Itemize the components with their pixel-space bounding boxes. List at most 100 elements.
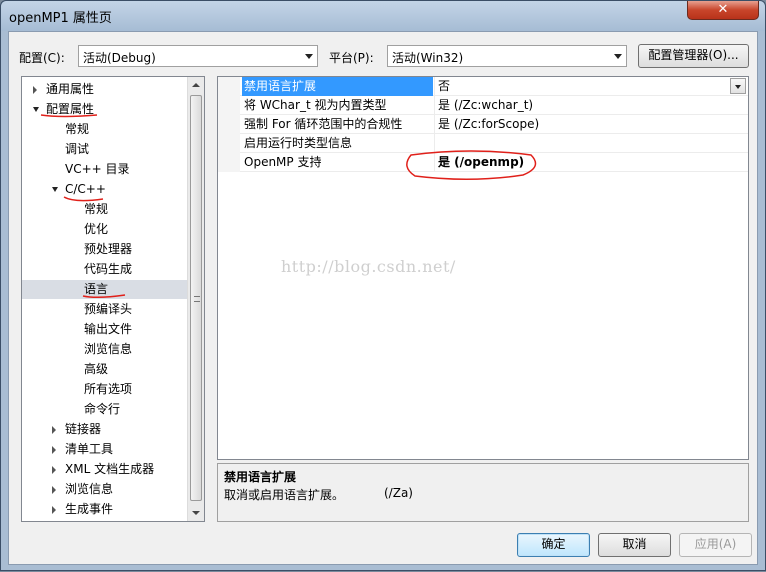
tree-item-label: 通用属性	[46, 82, 95, 96]
tree-item-label: C/C++	[65, 182, 106, 196]
apply-button[interactable]: 应用(A)	[679, 533, 752, 557]
cancel-button[interactable]: 取消	[598, 533, 671, 557]
tree-item-label: 常规	[84, 202, 109, 216]
expand-arrow-icon[interactable]	[33, 86, 37, 94]
platform-label: 平台(P):	[329, 51, 374, 65]
tree-scrollbar[interactable]	[187, 77, 204, 521]
tree-item-label: 优化	[84, 222, 109, 236]
property-name[interactable]: 禁用语言扩展	[242, 77, 433, 96]
ok-button[interactable]: 确定	[517, 533, 590, 557]
tree-item-label: 配置属性	[46, 102, 95, 116]
property-name[interactable]: 启用运行时类型信息	[242, 134, 433, 153]
config-select-value: 活动(Debug)	[83, 51, 156, 65]
tree-item-label: 预编译头	[84, 302, 133, 316]
tree-item[interactable]: 调试	[22, 140, 188, 159]
tree-item-label: 生成事件	[65, 502, 114, 516]
description-panel: 禁用语言扩展 取消或启用语言扩展。 (/Za)	[217, 463, 749, 522]
property-row[interactable]: 将 WChar_t 视为内置类型是 (/Zc:wchar_t)	[218, 96, 748, 115]
dialog-body: 配置(C): 活动(Debug) 平台(P): 活动(Win32) 配置管理器(…	[8, 31, 758, 565]
tree-item-label: 命令行	[84, 402, 121, 416]
property-value[interactable]: 否	[434, 77, 748, 96]
collapse-arrow-icon[interactable]	[52, 187, 58, 192]
scroll-up-icon[interactable]	[192, 83, 200, 87]
expand-arrow-icon[interactable]	[52, 426, 56, 434]
tree-item-label: 语言	[84, 282, 109, 296]
description-text: 取消或启用语言扩展。	[224, 488, 345, 502]
tree-item[interactable]: 命令行	[22, 400, 188, 419]
window-title: openMP1 属性页	[9, 11, 112, 26]
tree-item[interactable]: 常规	[22, 120, 188, 139]
close-icon[interactable]: ✕	[687, 1, 759, 20]
tree-item-label: 浏览信息	[84, 342, 133, 356]
value-dropdown-icon[interactable]	[730, 78, 746, 94]
expand-arrow-icon[interactable]	[52, 466, 56, 474]
scroll-thumb[interactable]	[190, 95, 202, 501]
tree-item[interactable]: 浏览信息	[22, 340, 188, 359]
description-title: 禁用语言扩展	[224, 470, 297, 484]
tree-item[interactable]: XML 文档生成器	[22, 460, 188, 479]
row-gutter	[218, 153, 240, 172]
property-name[interactable]: OpenMP 支持	[242, 153, 433, 172]
tree-item[interactable]: 所有选项	[22, 380, 188, 399]
title-bar[interactable]: openMP1 属性页 ✕	[1, 1, 765, 31]
tree-item[interactable]: 常规	[22, 200, 188, 219]
tree-item-label: 代码生成	[84, 262, 133, 276]
tree-item[interactable]: 代码生成	[22, 260, 188, 279]
tree-item-label: 预处理器	[84, 242, 133, 256]
property-value[interactable]: 是 (/openmp)	[434, 153, 748, 172]
collapse-arrow-icon[interactable]	[33, 107, 39, 112]
tree-item-label: 常规	[65, 122, 90, 136]
tree-item-label: 浏览信息	[65, 482, 114, 496]
tree-item[interactable]: 高级	[22, 360, 188, 379]
tree-item[interactable]: 预处理器	[22, 240, 188, 259]
config-label: 配置(C):	[19, 51, 65, 65]
property-row[interactable]: 启用运行时类型信息	[218, 134, 748, 153]
tree-item[interactable]: 语言	[22, 280, 188, 299]
tree-item-label: 所有选项	[84, 382, 133, 396]
row-gutter	[218, 96, 240, 115]
property-row[interactable]: OpenMP 支持是 (/openmp)	[218, 153, 748, 172]
chevron-down-icon	[305, 54, 313, 59]
property-name[interactable]: 将 WChar_t 视为内置类型	[242, 96, 433, 115]
tree-item[interactable]: 生成事件	[22, 500, 188, 519]
scroll-down-icon[interactable]	[192, 511, 200, 515]
tree-item[interactable]: VC++ 目录	[22, 160, 188, 179]
tree-item-label: 清单工具	[65, 442, 114, 456]
property-value[interactable]	[434, 134, 748, 153]
config-select[interactable]: 活动(Debug)	[78, 45, 318, 67]
property-value-text: 是 (/Zc:forScope)	[438, 117, 540, 131]
platform-select[interactable]: 活动(Win32)	[387, 45, 627, 67]
property-value[interactable]: 是 (/Zc:forScope)	[434, 115, 748, 134]
tree-item[interactable]: 通用属性	[22, 80, 188, 99]
tree-item[interactable]: 预编译头	[22, 300, 188, 319]
tree-item-label: 输出文件	[84, 322, 133, 336]
description-flag: (/Za)	[384, 486, 413, 500]
property-value-text: 否	[438, 79, 451, 93]
grip-icon	[194, 296, 200, 302]
tree-item[interactable]: 配置属性	[22, 100, 188, 119]
tree-item-label: 链接器	[65, 422, 102, 436]
property-row[interactable]: 禁用语言扩展否	[218, 77, 748, 96]
row-gutter	[218, 115, 240, 134]
tree-item[interactable]: C/C++	[22, 180, 188, 199]
row-gutter	[218, 77, 240, 96]
chevron-down-icon	[614, 54, 622, 59]
expand-arrow-icon[interactable]	[52, 486, 56, 494]
platform-select-value: 活动(Win32)	[392, 51, 464, 65]
property-row[interactable]: 强制 For 循环范围中的合规性是 (/Zc:forScope)	[218, 115, 748, 134]
watermark: http://blog.csdn.net/	[281, 257, 456, 276]
tree-item-label: 调试	[65, 142, 90, 156]
tree-item[interactable]: 清单工具	[22, 440, 188, 459]
category-tree[interactable]: 通用属性 配置属性 常规 调试 VC++ 目录 C/C++ 常规 优化 预处理器 代码生成 语言 预编…	[21, 76, 205, 522]
property-value[interactable]: 是 (/Zc:wchar_t)	[434, 96, 748, 115]
tree-item-label: 高级	[84, 362, 109, 376]
tree-item[interactable]: 链接器	[22, 420, 188, 439]
tree-item[interactable]: 浏览信息	[22, 480, 188, 499]
property-name[interactable]: 强制 For 循环范围中的合规性	[242, 115, 433, 134]
expand-arrow-icon[interactable]	[52, 506, 56, 514]
tree-item[interactable]: 优化	[22, 220, 188, 239]
config-manager-button[interactable]: 配置管理器(O)...	[638, 44, 749, 68]
tree-item[interactable]: 输出文件	[22, 320, 188, 339]
properties-dialog: openMP1 属性页 ✕ 配置(C): 活动(Debug) 平台(P): 活动…	[0, 0, 766, 571]
expand-arrow-icon[interactable]	[52, 446, 56, 454]
